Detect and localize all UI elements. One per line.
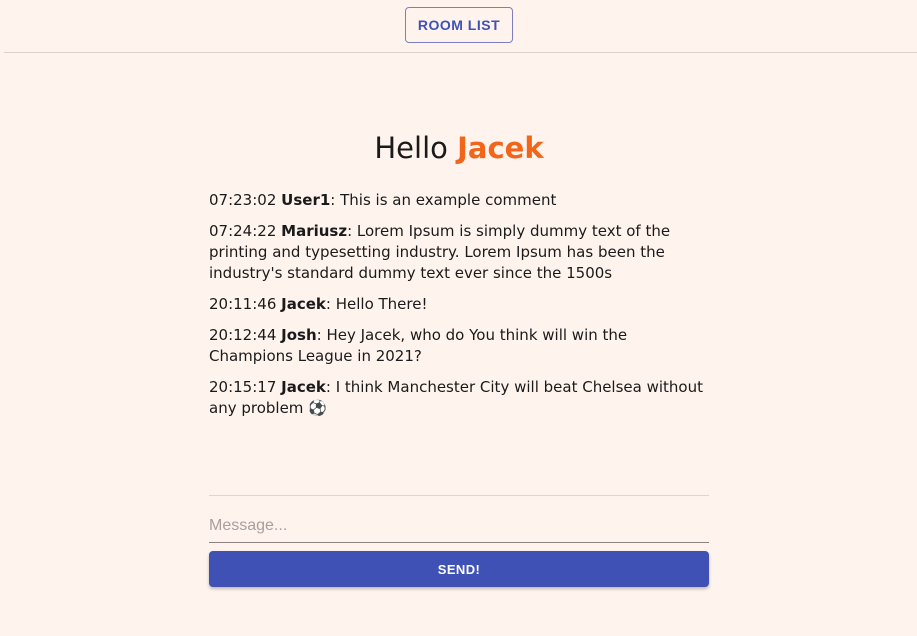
message-text: : Hello There!	[325, 295, 428, 313]
message-author: Josh	[281, 326, 317, 344]
message-text: : Lorem Ipsum is simply dummy text of th…	[209, 222, 671, 282]
message-author: Jacek	[281, 378, 326, 396]
message-item: 20:11:46 Jacek: Hello There!	[209, 294, 709, 315]
message-text: : This is an example comment	[330, 191, 557, 209]
room-list-button[interactable]: ROOM LIST	[405, 7, 513, 43]
greeting-heading: Hello Jacek	[209, 128, 709, 168]
composer-divider	[209, 495, 709, 496]
message-author: User1	[281, 191, 331, 209]
message-author: Mariusz	[281, 222, 348, 240]
greeting-prefix: Hello	[374, 131, 448, 165]
message-time: 20:15:17	[209, 378, 277, 396]
message-item: 20:15:17 Jacek: I think Manchester City …	[209, 377, 709, 419]
message-item: 07:23:02 User1: This is an example comme…	[209, 190, 709, 211]
message-item: 07:24:22 Mariusz: Lorem Ipsum is simply …	[209, 221, 709, 284]
message-author: Jacek	[281, 295, 326, 313]
greeting-username: Jacek	[457, 131, 544, 165]
message-time: 20:11:46	[209, 295, 277, 313]
send-button[interactable]: SEND!	[209, 551, 709, 587]
message-time: 07:24:22	[209, 222, 277, 240]
message-input[interactable]	[209, 510, 709, 543]
message-list: 07:23:02 User1: This is an example comme…	[209, 190, 709, 429]
message-time: 20:12:44	[209, 326, 277, 344]
message-item: 20:12:44 Josh: Hey Jacek, who do You thi…	[209, 325, 709, 367]
message-time: 07:23:02	[209, 191, 277, 209]
